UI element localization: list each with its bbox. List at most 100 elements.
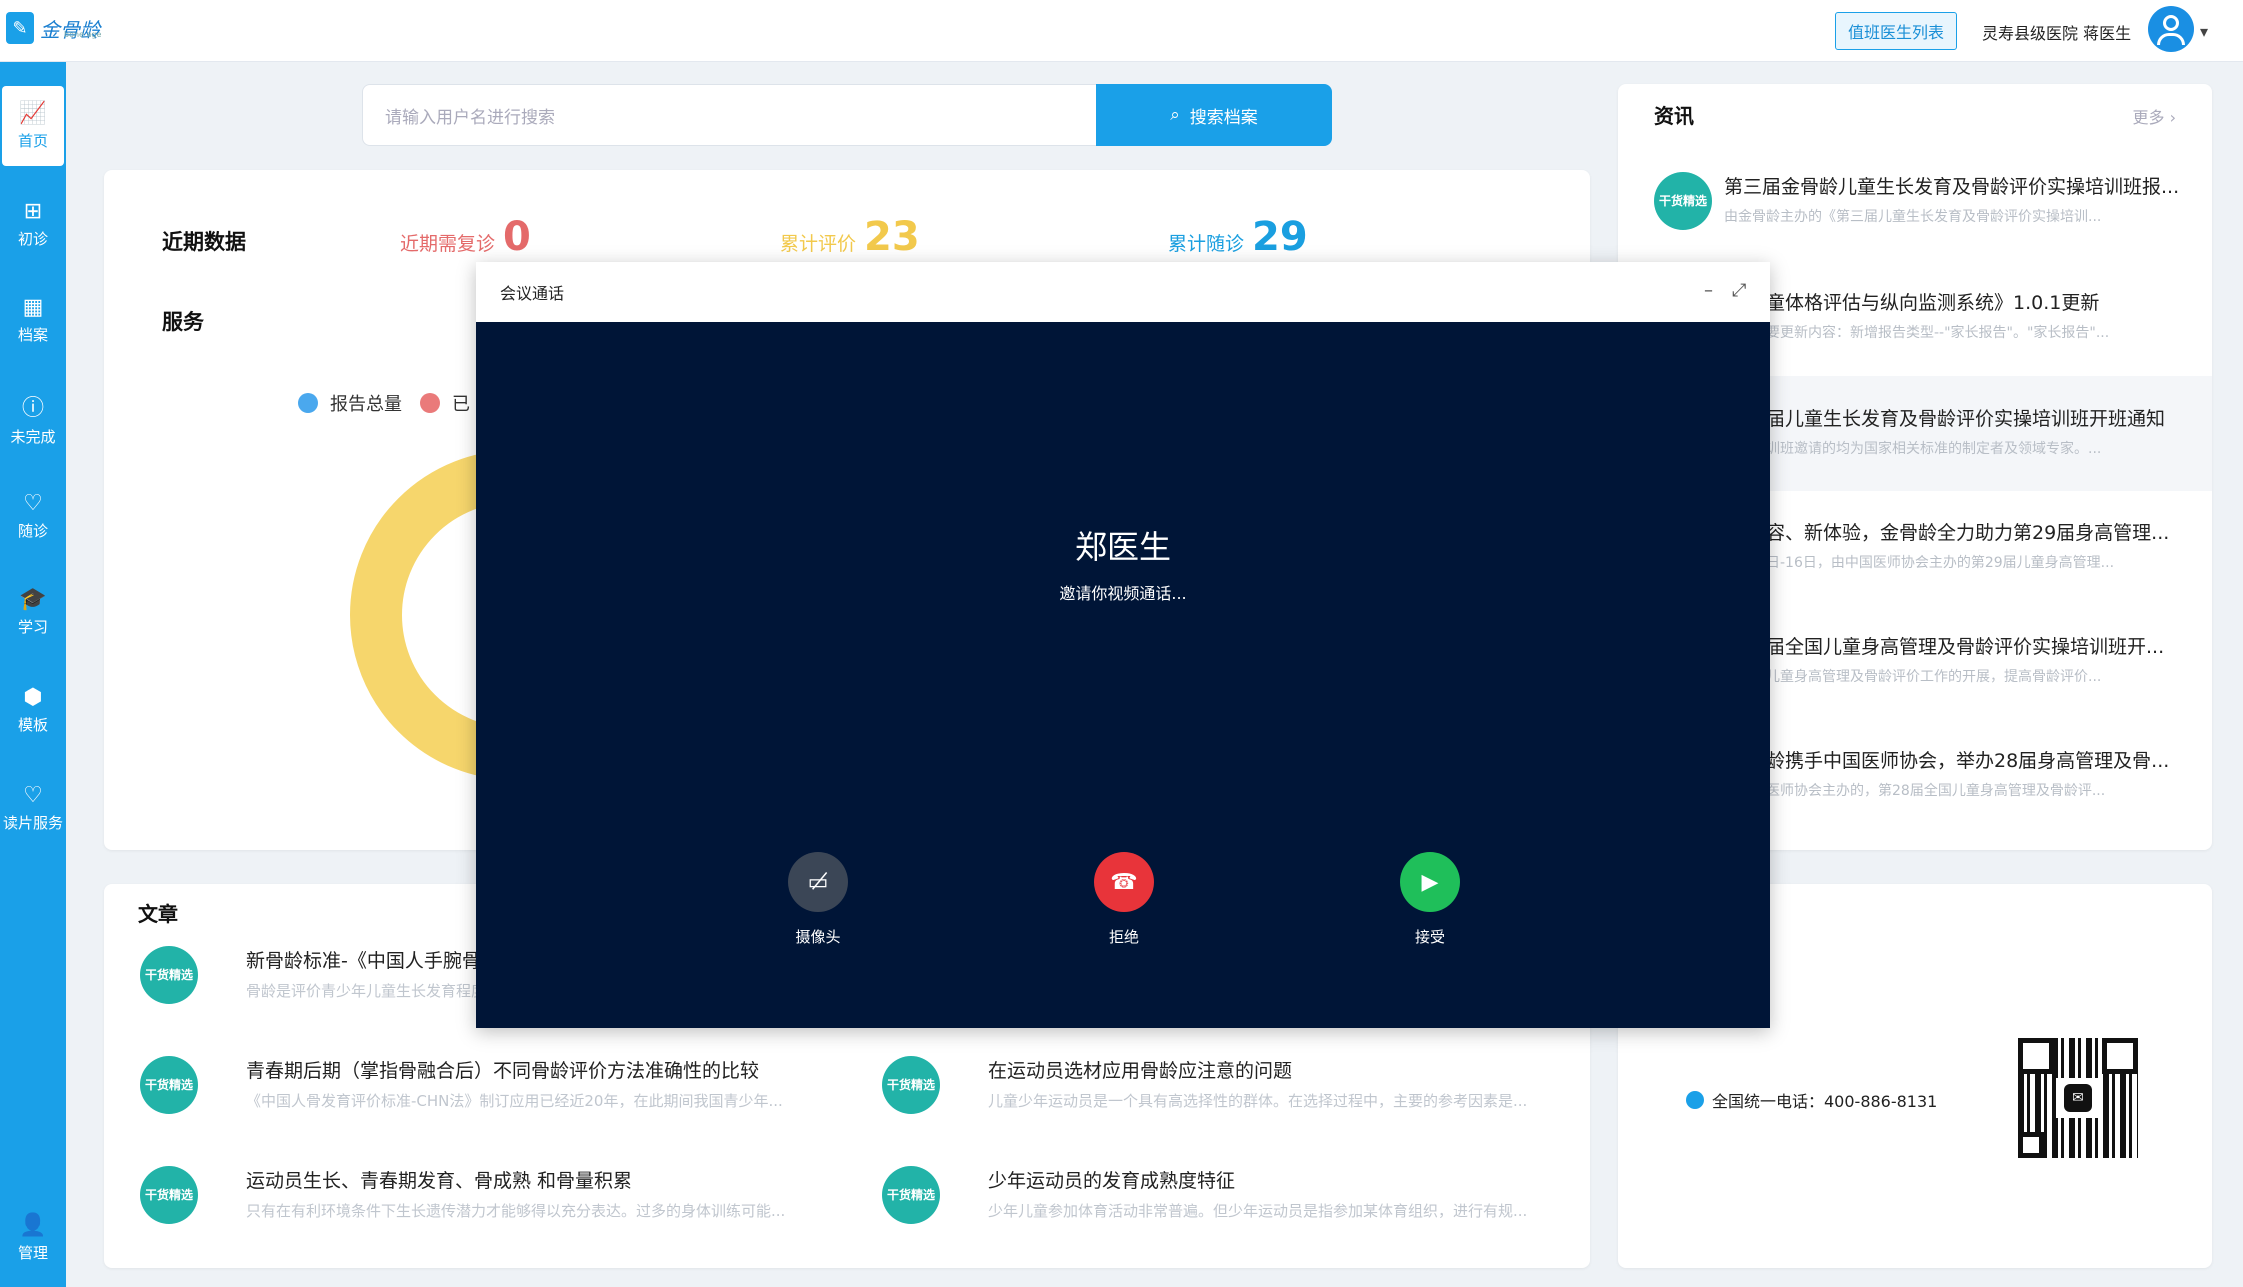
featured-badge-icon: 干货精选	[140, 946, 206, 1008]
sidebar-item-home[interactable]: 📈 首页	[2, 86, 64, 166]
sidebar-item-learning[interactable]: 🎓 学习	[0, 572, 66, 652]
sidebar-item-label: 初诊	[17, 230, 48, 248]
sidebar-item-label: 模板	[17, 716, 48, 734]
news-item-title: 第三届金骨龄儿童生长发育及骨龄评价实操培训班报...	[1724, 176, 2180, 198]
chevron-down-icon[interactable]: ▾	[2200, 22, 2208, 41]
news-item-title: 童体格评估与纵向监测系统》1.0.1更新	[1766, 292, 2100, 314]
news-item[interactable]: 干货精选 第三届金骨龄儿童生长发育及骨龄评价实操培训班报... 由金骨龄主办的《…	[1618, 144, 2212, 259]
camera-toggle-button[interactable]: ▭̸ 摄像头	[758, 852, 878, 947]
article-summary: 《中国人骨发育评价标准-CHN法》制订应用已经近20年，在此期间我国青少年...	[246, 1092, 783, 1110]
news-item-summary: 日-16日，由中国医师协会主办的第29届儿童身高管理...	[1766, 555, 2115, 571]
stat-recent-revisit[interactable]: 近期需复诊 0	[400, 214, 531, 260]
news-item-summary: 训班邀请的均为国家相关标准的制定者及领域专家。...	[1766, 441, 2102, 457]
decline-label: 拒绝	[1108, 928, 1139, 946]
sidebar: 📈 首页 ⊞ 初诊 ▦ 档案 ⓘ 未完成 ♡ 随诊 🎓 学习 ⬢ 模板 ♡ 读片…	[0, 62, 66, 1287]
phone-icon	[1686, 1091, 1704, 1109]
article-item[interactable]: 干货精选 在运动员选材应用骨龄应注意的问题 儿童少年运动员是一个具有高选择性的群…	[882, 1056, 1562, 1146]
stat-label: 累计评价	[780, 233, 857, 255]
sidebar-item-label: 档案	[17, 326, 48, 344]
legend-dot	[420, 393, 440, 413]
sidebar-item-templates[interactable]: ⬢ 模板	[0, 670, 66, 750]
heart-outline-icon: ♡	[23, 783, 43, 808]
stats-title: 近期数据	[162, 230, 246, 254]
featured-badge-icon: 干货精选	[882, 1056, 948, 1118]
sidebar-item-first-visit[interactable]: ⊞ 初诊	[0, 184, 66, 264]
fullscreen-icon[interactable]: ⤢	[1732, 280, 1746, 301]
news-item-title: 届儿童生长发育及骨龄评价实操培训班开班通知	[1766, 408, 2166, 430]
articles-title: 文章	[138, 902, 178, 926]
featured-badge-icon: 干货精选	[140, 1056, 206, 1118]
sidebar-item-reading-service[interactable]: ♡ 读片服务	[0, 768, 66, 848]
video-icon: ▶	[1400, 852, 1460, 912]
sidebar-item-records[interactable]: ▦ 档案	[0, 280, 66, 360]
service-title: 服务	[162, 310, 204, 334]
cube-icon: ⬢	[23, 685, 43, 710]
article-item[interactable]: 干货精选 运动员生长、青春期发育、骨成熟 和骨量积累 只有在有利环境条件下生长遗…	[140, 1166, 820, 1256]
caller-name: 郑医生	[1074, 528, 1171, 566]
logo-subtitle: bone age	[64, 30, 102, 39]
hotline-text: 全国统一电话：400-886-8131	[1712, 1092, 1938, 1111]
wechat-icon: ✉	[2064, 1084, 2092, 1112]
plus-square-icon: ⊞	[23, 199, 43, 224]
news-more-link[interactable]: 更多 ›	[2133, 104, 2177, 128]
chart-legend: 报告总量 已	[298, 390, 470, 416]
news-item-summary: 医师协会主办的，第28届全国儿童身高管理及骨龄评...	[1766, 783, 2106, 799]
legend-dot	[298, 393, 318, 413]
alert-circle-icon: ⓘ	[21, 395, 44, 421]
article-summary: 少年儿童参加体育活动非常普遍。但少年运动员是指参加某体育组织，进行有规...	[988, 1202, 1528, 1220]
modal-header[interactable]: 会议通话 – ⤢	[476, 262, 1770, 322]
camera-off-icon: ▭̸	[788, 852, 848, 912]
logo-icon: ✎	[6, 12, 34, 44]
modal-title: 会议通话	[500, 284, 565, 303]
article-title: 少年运动员的发育成熟度特征	[988, 1170, 1236, 1192]
decline-button[interactable]: ☎ 拒绝	[1064, 852, 1184, 947]
article-title: 青春期后期（掌指骨融合后）不同骨龄评价方法准确性的比较	[246, 1060, 760, 1082]
article-summary: 儿童少年运动员是一个具有高选择性的群体。在选择过程中，主要的参考因素是...	[988, 1092, 1528, 1110]
caller-status: 邀请你视频通话...	[1059, 584, 1187, 603]
legend-label[interactable]: 已	[452, 390, 470, 416]
news-title: 资讯	[1654, 104, 1694, 128]
graduation-cap-icon: 🎓	[19, 587, 47, 612]
article-item[interactable]: 干货精选 少年运动员的发育成熟度特征 少年儿童参加体育活动非常普遍。但少年运动员…	[882, 1166, 1562, 1256]
minimize-icon[interactable]: –	[1704, 280, 1713, 301]
user-hospital-name: 灵寿县级医院 蒋医生	[1982, 24, 2132, 43]
news-item-summary: 由金骨龄主办的《第三届儿童生长发育及骨龄评价实操培训...	[1724, 209, 2102, 225]
camera-label: 摄像头	[795, 928, 841, 946]
featured-badge-icon: 干货精选	[140, 1166, 206, 1228]
news-item-title: 届全国儿童身高管理及骨龄评价实操培训班开...	[1766, 636, 2165, 658]
article-item[interactable]: 干货精选 青春期后期（掌指骨融合后）不同骨龄评价方法准确性的比较 《中国人骨发育…	[140, 1056, 820, 1146]
article-summary: 只有在有利环境条件下生长遗传潜力才能够得以充分表达。过多的身体训练可能...	[246, 1202, 786, 1220]
article-title: 在运动员选材应用骨龄应注意的问题	[988, 1060, 1293, 1082]
accept-button[interactable]: ▶ 接受	[1370, 852, 1490, 947]
stat-label: 累计随诊	[1168, 233, 1245, 255]
top-bar: ✎ 金骨龄 bone age 值班医生列表 灵寿县级医院 蒋医生 ▾	[0, 0, 2243, 62]
sidebar-item-label: 管理	[17, 1244, 48, 1262]
search-icon: ⌕	[1170, 105, 1180, 125]
search-records-button[interactable]: ⌕ 搜索档案	[1096, 84, 1332, 146]
featured-badge-icon: 干货精选	[1654, 172, 1720, 234]
legend-label[interactable]: 报告总量	[330, 390, 402, 416]
news-item-summary: 要更新内容：新增报告类型--"家长报告"。"家长报告"...	[1766, 325, 2110, 341]
hangup-icon: ☎	[1094, 852, 1154, 912]
sidebar-item-incomplete[interactable]: ⓘ 未完成	[0, 378, 66, 458]
stat-value: 29	[1252, 214, 1308, 260]
duty-doctor-list-button[interactable]: 值班医生列表	[1835, 12, 1957, 50]
sidebar-item-follow-up[interactable]: ♡ 随诊	[0, 476, 66, 556]
stat-value: 23	[864, 214, 920, 260]
sidebar-item-label: 未完成	[10, 427, 56, 446]
sidebar-item-label: 首页	[17, 132, 48, 150]
qr-code: ✉	[2018, 1038, 2138, 1158]
sidebar-item-admin[interactable]: 👤 管理	[0, 1198, 66, 1278]
news-item-title: 龄携手中国医师协会，举办28届身高管理及骨...	[1766, 750, 2170, 772]
stat-total-evaluation[interactable]: 累计评价 23	[780, 214, 920, 260]
search-input[interactable]: 请输入用户名进行搜索	[362, 84, 1096, 146]
sidebar-item-label: 读片服务	[2, 814, 63, 832]
app-logo[interactable]: ✎ 金骨龄	[6, 12, 100, 44]
sidebar-item-label: 随诊	[17, 522, 48, 540]
stat-total-follow-up[interactable]: 累计随诊 29	[1168, 214, 1308, 260]
hotline: 全国统一电话：400-886-8131	[1686, 1088, 1937, 1112]
news-item-summary: 儿童身高管理及骨龄评价工作的开展，提高骨龄评价...	[1766, 669, 2102, 685]
more-label: 更多	[2132, 108, 2165, 127]
calendar-icon: ▦	[22, 295, 44, 320]
avatar[interactable]	[2148, 6, 2194, 52]
